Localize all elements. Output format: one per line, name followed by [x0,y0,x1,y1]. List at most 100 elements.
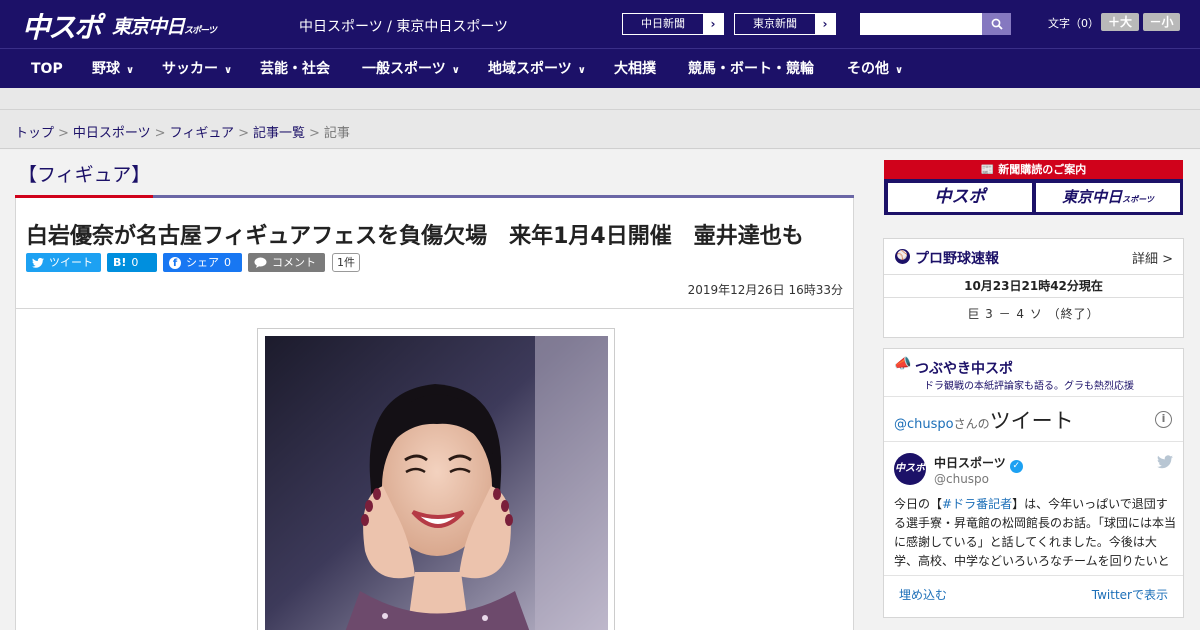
font-decrease-button[interactable]: －小 [1143,13,1180,31]
timeline-handle[interactable]: @chuspo [894,417,954,432]
nav-label: 大相撲 [614,61,656,77]
facebook-share-label: シェア [186,256,219,269]
embed-link[interactable]: 埋め込む [899,586,947,603]
chuspo-logo[interactable]: 中スポ [22,6,102,46]
chevron-right-icon: › [815,14,835,34]
tweet-account-name[interactable]: 中日スポーツ ✓ [934,454,1023,473]
site-title[interactable]: 中日スポーツ / 東京中日スポーツ [299,16,508,36]
tweet-label: ツイート [49,256,93,269]
breadcrumb-bar: トップ > 中日スポーツ > フィギュア > 記事一覧 > 記事 [0,110,1200,149]
chevron-down-icon: ∨ [224,65,233,76]
timeline-heading: ツイート [989,409,1074,433]
nav-baseball[interactable]: 野球 ∨ [92,49,134,89]
tweet-button[interactable]: ツイート [26,253,101,272]
nav-label: 野球 [92,61,120,77]
tweet-account-handle[interactable]: @chuspo [934,472,989,486]
chevron-down-icon: ∨ [577,65,586,76]
tokyo-logo-main: 東京中日 [112,16,185,38]
comment-count-badge[interactable]: 1件 [332,253,360,272]
chunichi-shimbun-link[interactable]: 中日新聞 › [622,13,724,35]
nav-top[interactable]: TOP [31,49,63,89]
tokyo-shimbun-link[interactable]: 東京新聞 › [734,13,836,35]
nav-general-sports[interactable]: 一般スポーツ ∨ [362,49,460,89]
article-photo[interactable] [265,336,608,630]
avatar[interactable]: 中スポ [894,453,926,485]
font-increase-button[interactable]: ＋大 [1101,13,1139,31]
twitter-bird-icon [32,257,44,268]
tweet-hashtag[interactable]: #ドラ番記者 [942,497,1012,511]
hatena-count: 0 [131,256,139,269]
nav-soccer[interactable]: サッカー ∨ [162,49,232,89]
subscription-title-text: 新聞購読のご案内 [998,163,1087,176]
baseball-detail-link[interactable]: 詳細 > [1132,248,1173,267]
megaphone-icon: 📣 [894,356,912,372]
nav-label: 一般スポーツ [362,61,446,77]
tweets-card-title: つぶやき中スポ [915,361,1013,377]
breadcrumb-separator: > [238,126,249,141]
game-score[interactable]: 巨 3 － 4 ソ （終了） [884,305,1183,322]
article-card: 白岩優奈が名古屋フィギュアフェスを負傷欠場 来年1月4日開催 壷井達也も ツイー… [15,198,854,630]
nav-racing[interactable]: 競馬・ボート・競輪 [688,49,814,89]
search-button[interactable] [982,13,1011,35]
tweets-card-subtitle: ドラ観戦の本紙評論家も語る。グラも熱烈応援 [924,381,1134,392]
breadcrumb-separator: > [308,126,320,141]
nav-label: サッカー [162,61,218,77]
ad-band [0,88,1200,110]
breadcrumb-separator: > [58,126,69,141]
view-on-twitter-link[interactable]: Twitterで表示 [1092,586,1168,603]
tweets-card: 📣 つぶやき中スポ ドラ観戦の本紙評論家も語る。グラも熱烈応援 @chuspoさ… [883,348,1184,618]
article-photo-frame [257,328,615,630]
chunichi-shimbun-label: 中日新聞 [641,17,685,30]
skater-photo-illustration [265,336,608,630]
chevron-down-icon: ∨ [451,65,460,76]
search-input[interactable] [860,13,982,35]
comment-button[interactable]: コメント [248,253,325,272]
breadcrumb-article-list[interactable]: 記事一覧 [253,126,305,141]
baseball-card-title: プロ野球速報 [915,251,999,267]
breadcrumb-top[interactable]: トップ [15,126,54,141]
nav-local-sports[interactable]: 地域スポーツ ∨ [488,49,586,89]
verified-icon: ✓ [1009,460,1023,473]
tweet-account-name-text: 中日スポーツ [934,456,1006,470]
nav-sumo[interactable]: 大相撲 [614,49,656,89]
nav-label: 芸能・社会 [260,61,330,77]
breadcrumb-current: 記事 [323,126,350,141]
facebook-share-button[interactable]: f シェア 0 [163,253,242,272]
speech-bubble-icon [254,257,267,268]
facebook-share-count: 0 [224,256,231,269]
nav-label: 地域スポーツ [488,61,572,77]
baseball-icon: ⚾ [895,249,910,264]
breadcrumb-separator: > [154,126,166,141]
tweet-text-before: 今日の【 [894,497,943,511]
nav-label: TOP [31,61,63,77]
chevron-right-icon: › [703,14,723,34]
twitter-bird-icon [1157,455,1173,469]
breadcrumb-chunichi-sports[interactable]: 中日スポーツ [73,126,151,141]
hatena-icon: B! [113,256,127,269]
newspaper-icon: 📰 [980,163,995,176]
baseball-scores-card: ⚾ プロ野球速報 詳細 > 10月23日21時42分現在 巨 3 － 4 ソ （… [883,238,1184,338]
chevron-down-icon: ∨ [126,65,135,76]
nav-entertainment[interactable]: 芸能・社会 [260,49,330,89]
nav-label: その他 [847,61,889,77]
subscribe-tokyo-label: 東京中日 [1062,188,1123,206]
tweets-divider [884,575,1183,576]
timeline-handle-suffix: さんの [953,417,990,431]
site-header: 中スポ 東京中日スポーツ 中日スポーツ / 東京中日スポーツ 中日新聞 › 東京… [0,0,1200,48]
tokyo-chunichi-logo[interactable]: 東京中日スポーツ [112,12,217,39]
search-icon [991,18,1003,30]
info-icon[interactable]: i [1155,411,1172,428]
subscribe-chuspo-button[interactable]: 中スポ [888,183,1032,212]
hatena-bookmark-button[interactable]: B! 0 [107,253,157,272]
comment-label: コメント [272,256,316,269]
article-headline: 白岩優奈が名古屋フィギュアフェスを負傷欠場 来年1月4日開催 壷井達也も [26,224,804,249]
tweets-timeline-heading: @chuspoさんのツイート [894,405,1074,435]
article-divider [16,308,853,309]
subscription-banner[interactable]: 📰 新聞購読のご案内 中スポ 東京中日スポーツ [884,160,1183,215]
subscription-title: 📰 新聞購読のご案内 [884,161,1183,177]
nav-other[interactable]: その他 ∨ [847,49,903,89]
category-title: 【フィギュア】 [18,164,151,186]
breadcrumb-figure[interactable]: フィギュア [170,126,234,141]
subscribe-tokyo-chunichi-button[interactable]: 東京中日スポーツ [1036,183,1180,212]
nav-label: 競馬・ボート・競輪 [688,61,814,77]
